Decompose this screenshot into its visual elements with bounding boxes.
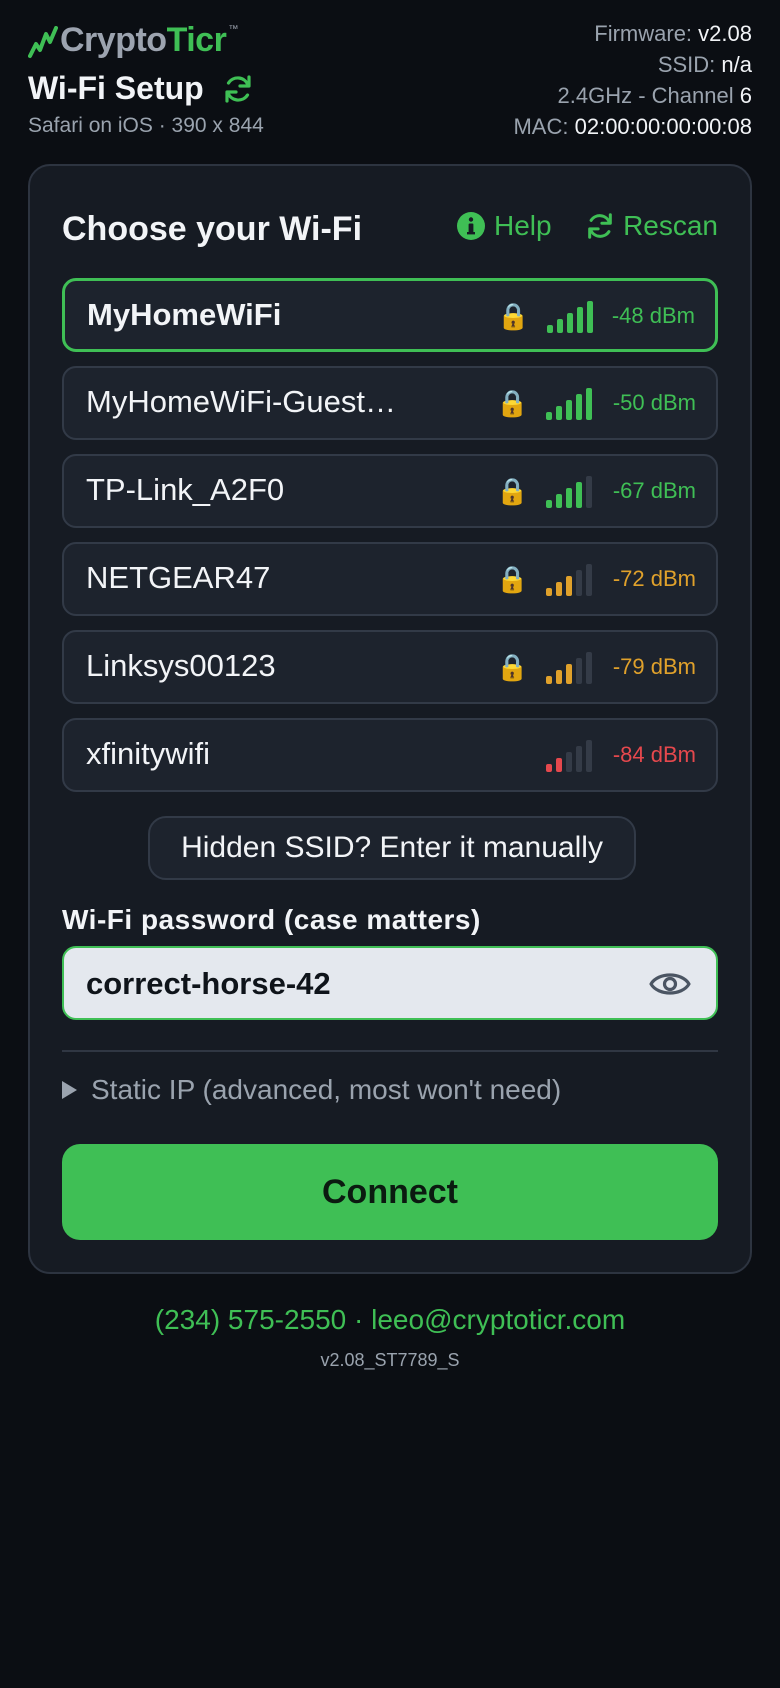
signal-dbm: -48 dBm [611,303,695,328]
footer-version: v2.08_ST7789_S [320,1350,460,1370]
connect-button[interactable]: Connect [62,1144,718,1240]
wifi-card: Choose your Wi-Fi Help Rescan MyHomeWiFi… [28,164,752,1274]
signal-dbm: -67 dBm [612,478,696,503]
network-item[interactable]: TP-Link_A2F0 🔒 -67 dBm [62,454,718,528]
page: CryptoTicr ™ Wi-Fi Setup Safari on iOS ·… [0,0,780,1688]
rescan-icon [588,213,612,239]
footer-contact[interactable]: (234) 575-2550 · leeo@cryptoticr.com [0,1304,780,1336]
disclosure-triangle-icon [62,1081,77,1099]
network-list: MyHomeWiFi 🔒 -48 dBm MyHomeWiFi-Guest… 🔒… [62,278,718,806]
logo-text-ticr: Ticr [166,21,227,59]
signal-dbm: -79 dBm [612,654,696,679]
logo-text-crypto: Crypto [60,21,167,59]
signal-strength-icon [546,386,594,420]
firmware-row: Firmware: v2.08 [594,21,752,46]
page-title: Wi-Fi Setup [28,70,204,106]
network-name: MyHomeWiFi [87,297,282,332]
lock-icon: 🔒 [496,388,529,418]
mac-row: MAC: 02:00:00:00:00:08 [513,114,752,139]
password-field[interactable] [62,946,718,1020]
divider [62,1050,718,1052]
network-name: Linksys00123 [86,648,276,683]
lock-icon: 🔒 [497,301,530,331]
password-input[interactable] [86,960,626,1008]
help-label: Help [494,210,552,241]
lock-icon: 🔒 [496,564,529,594]
static-ip-label: Static IP (advanced, most won't need) [91,1074,562,1105]
header: CryptoTicr ™ Wi-Fi Setup Safari on iOS ·… [28,18,752,148]
logo-trademark: ™ [228,24,239,35]
signal-strength-icon [546,738,594,772]
show-password-icon[interactable] [648,964,692,1004]
rescan-button[interactable]: Rescan [585,210,718,242]
ssid-row: SSID: n/a [657,52,752,77]
signal-dbm: -50 dBm [612,390,696,415]
manual-ssid-button[interactable]: Hidden SSID? Enter it manually [148,816,636,880]
network-name: TP-Link_A2F0 [86,472,285,507]
chart-logo-icon [28,26,58,58]
signal-strength-icon [546,650,594,684]
signal-dbm: -72 dBm [612,566,696,591]
refresh-icon[interactable] [222,73,254,105]
brand-logo: CryptoTicr ™ [28,20,238,60]
static-ip-toggle[interactable]: Static IP (advanced, most won't need) [62,1074,561,1106]
network-name: NETGEAR47 [86,560,271,595]
lock-icon: 🔒 [496,652,529,682]
network-item[interactable]: Linksys00123 🔒 -79 dBm [62,630,718,704]
signal-strength-icon [546,562,594,596]
network-item[interactable]: NETGEAR47 🔒 -72 dBm [62,542,718,616]
device-info: Firmware: v2.08 SSID: n/a 2.4GHz - Chann… [513,18,752,142]
browser-info: Safari on iOS · 390 x 844 [28,114,264,137]
card-title: Choose your Wi-Fi [62,210,363,248]
password-label: Wi-Fi password (case matters) [62,904,481,935]
network-item[interactable]: MyHomeWiFi 🔒 -48 dBm [62,278,718,352]
signal-dbm: -84 dBm [612,742,696,767]
channel-row: 2.4GHz - Channel 6 [557,83,752,108]
help-link[interactable]: Help [456,210,552,242]
signal-strength-icon [547,299,595,333]
network-name: MyHomeWiFi-Guest… [86,384,397,419]
rescan-label: Rescan [623,210,718,241]
network-item[interactable]: MyHomeWiFi-Guest… 🔒 -50 dBm [62,366,718,440]
network-name: xfinitywifi [86,736,211,771]
lock-icon: 🔒 [496,476,529,506]
network-item[interactable]: xfinitywifi 🔒 -84 dBm [62,718,718,792]
info-icon [457,212,485,240]
signal-strength-icon [546,474,594,508]
